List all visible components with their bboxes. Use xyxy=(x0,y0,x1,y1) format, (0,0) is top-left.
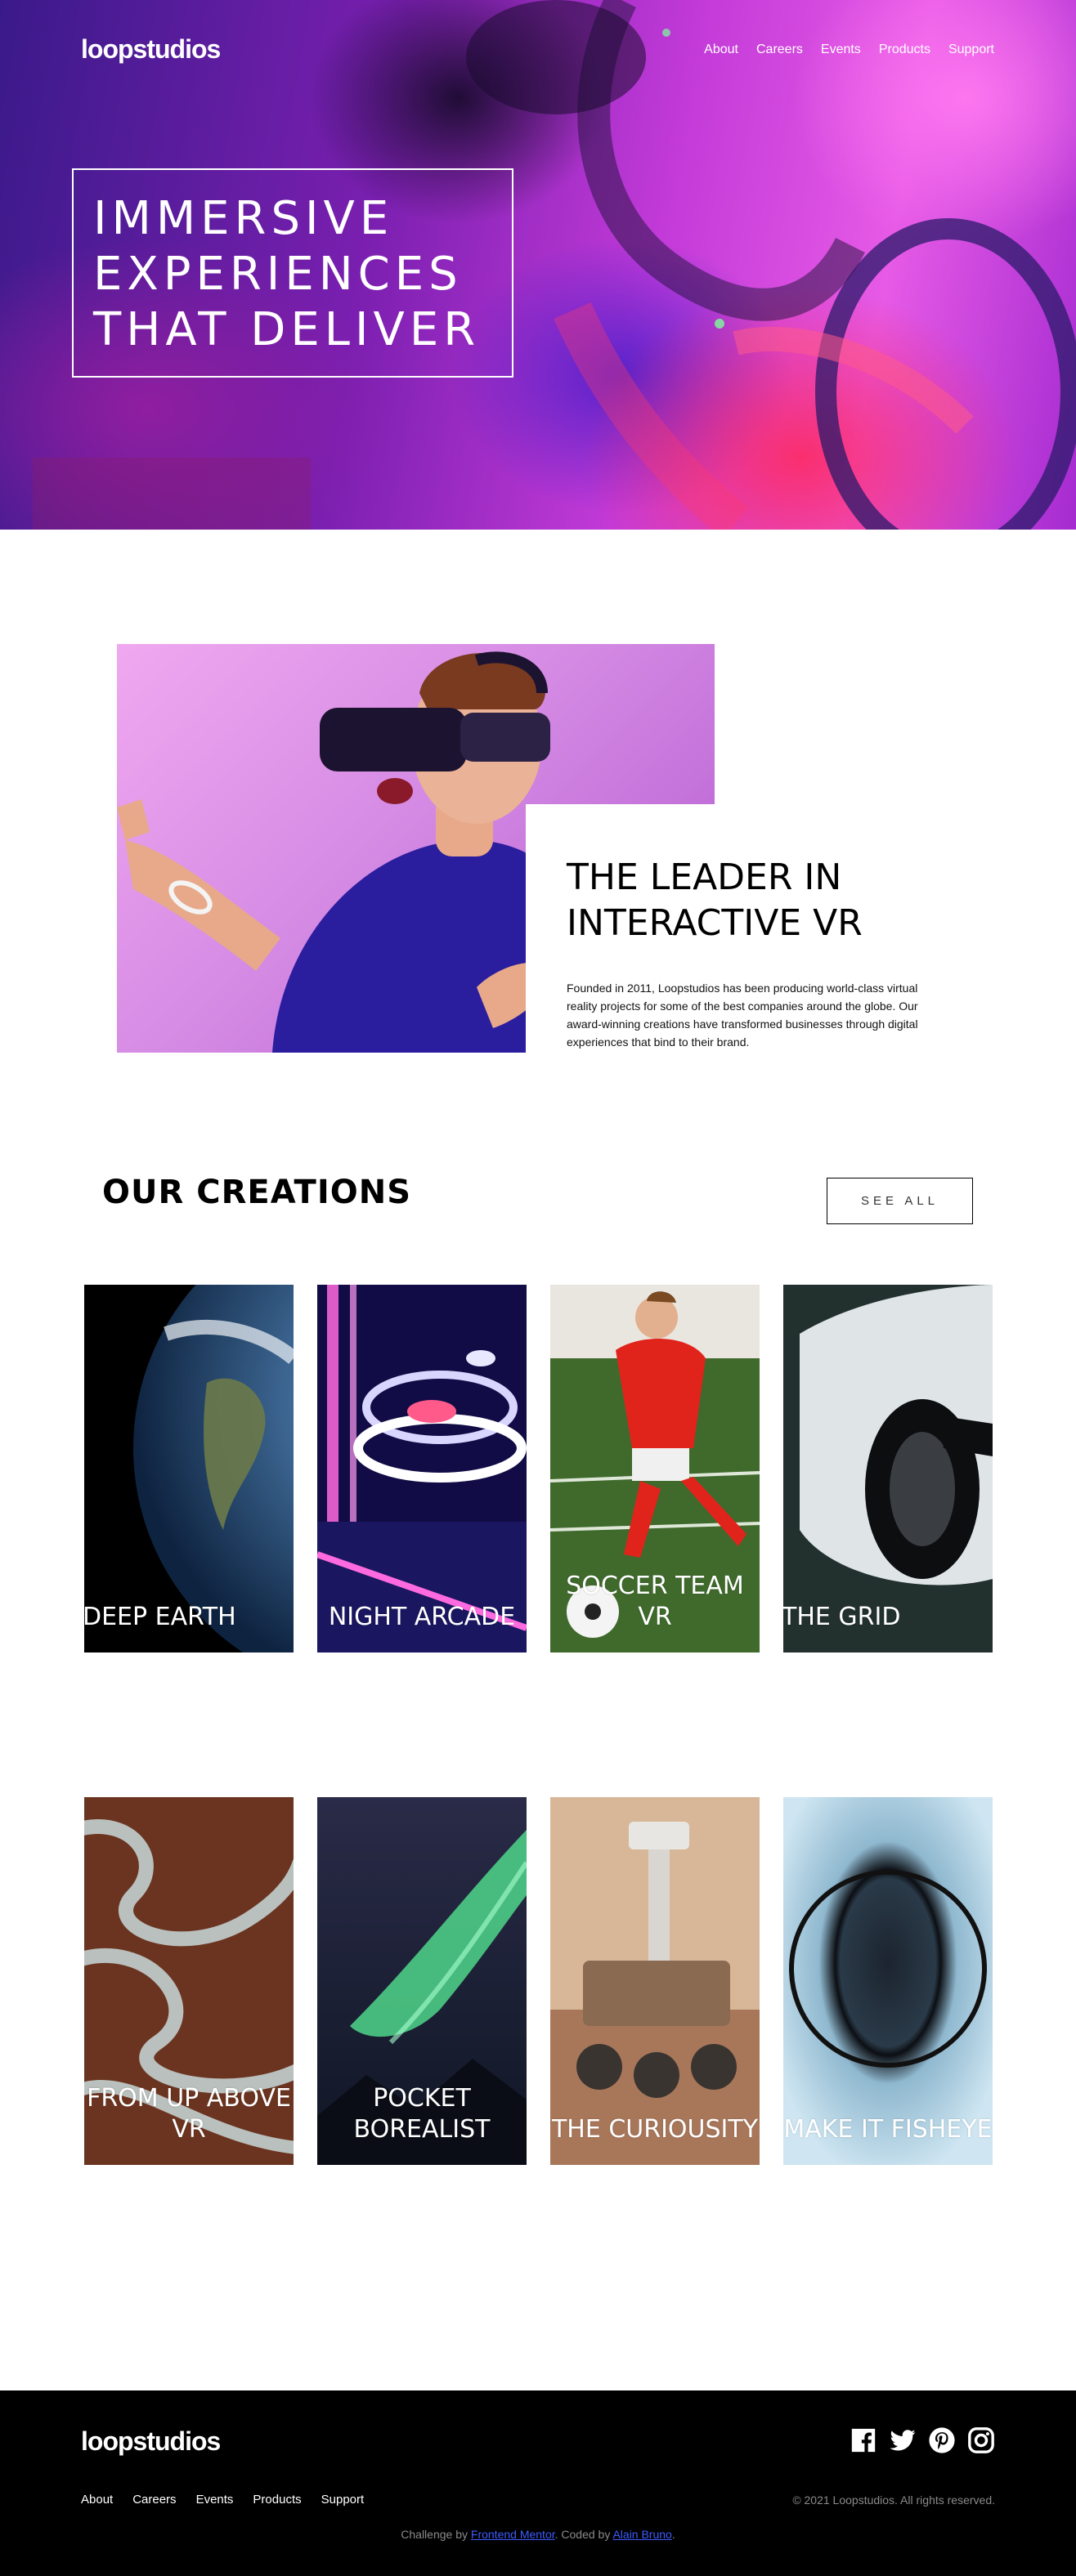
card-label: NIGHT ARCADE xyxy=(328,1603,516,1631)
copyright-text: © 2021 Loopstudios. All rights reserved. xyxy=(792,2493,995,2507)
creation-card-make-it-fisheye[interactable]: MAKE IT FISHEYE xyxy=(783,1797,993,2165)
pinterest-icon[interactable] xyxy=(928,2426,956,2454)
creations-title: OUR CREATIONS xyxy=(102,1174,411,1211)
earth-image xyxy=(133,1285,294,1652)
attribution-middle: . Coded by xyxy=(554,2528,613,2541)
instagram-icon[interactable] xyxy=(967,2426,995,2454)
hero-title: IMMERSIVE EXPERIENCES THAT DELIVER xyxy=(93,191,512,358)
card-label: POCKET BOREALIST xyxy=(353,2084,491,2144)
race-car-image xyxy=(783,1285,993,1652)
nav-link-about[interactable]: About xyxy=(704,42,738,57)
footer-logo[interactable]: loopstudios xyxy=(81,2426,221,2457)
hero-title-line: EXPERIENCES xyxy=(93,248,463,301)
creation-card-soccer-team-vr[interactable]: SOCCER TEAM VR xyxy=(550,1285,760,1652)
arcade-image xyxy=(317,1285,527,1652)
logo[interactable]: loopstudios xyxy=(81,34,221,65)
nav-link-support[interactable]: Support xyxy=(948,42,994,57)
card-label: FROM UP ABOVE VR xyxy=(87,2084,291,2144)
creation-card-night-arcade[interactable]: NIGHT ARCADE xyxy=(317,1285,527,1652)
nav-link-careers[interactable]: Careers xyxy=(756,42,803,57)
footer-link-about[interactable]: About xyxy=(81,2493,113,2507)
see-all-button[interactable]: SEE ALL xyxy=(827,1178,973,1224)
card-label: MAKE IT FISHEYE xyxy=(783,2115,993,2144)
hero-title-box: IMMERSIVE EXPERIENCES THAT DELIVER xyxy=(72,168,513,378)
mars-rover-image xyxy=(550,1797,760,2165)
creation-card-from-up-above-vr[interactable]: FROM UP ABOVE VR xyxy=(84,1797,294,2165)
leader-description: Founded in 2011, Loopstudios has been pr… xyxy=(567,982,918,1049)
footer-nav: About Careers Events Products Support xyxy=(81,2493,364,2507)
twitter-icon[interactable] xyxy=(889,2426,917,2454)
creation-card-deep-earth[interactable]: DEEP EARTH xyxy=(84,1285,294,1652)
leader-card: THE LEADER IN INTERACTIVE VR Founded in … xyxy=(526,804,967,1066)
hero-title-line: IMMERSIVE xyxy=(93,192,394,245)
attribution-prefix: Challenge by xyxy=(401,2528,471,2541)
card-label: DEEP EARTH xyxy=(84,1603,236,1631)
nav-link-events[interactable]: Events xyxy=(821,42,861,57)
footer-link-products[interactable]: Products xyxy=(253,2493,301,2507)
facebook-icon[interactable] xyxy=(850,2426,877,2454)
card-label: THE GRID xyxy=(783,1603,901,1631)
card-label: THE CURIOUSITY xyxy=(551,2115,759,2144)
attribution: Challenge by Frontend Mentor. Coded by A… xyxy=(0,2528,1076,2541)
leader-title: THE LEADER IN INTERACTIVE VR xyxy=(567,855,967,946)
hero-section: loopstudios About Careers Events Product… xyxy=(0,0,1076,530)
footer: loopstudios About Careers Events Product… xyxy=(0,2390,1076,2576)
footer-link-support[interactable]: Support xyxy=(321,2493,365,2507)
creation-card-pocket-borealist[interactable]: POCKET BOREALIST xyxy=(317,1797,527,2165)
card-label: SOCCER TEAM VR xyxy=(566,1572,744,1631)
footer-link-events[interactable]: Events xyxy=(196,2493,234,2507)
leader-title-line: THE LEADER IN xyxy=(567,856,842,898)
frontend-mentor-link[interactable]: Frontend Mentor xyxy=(471,2528,555,2541)
attribution-suffix: . xyxy=(671,2528,675,2541)
hero-title-line: THAT DELIVER xyxy=(93,303,481,356)
social-links xyxy=(850,2426,995,2454)
author-link[interactable]: Alain Bruno xyxy=(612,2528,671,2541)
footer-link-careers[interactable]: Careers xyxy=(132,2493,176,2507)
creation-card-the-curiousity[interactable]: THE CURIOUSITY xyxy=(550,1797,760,2165)
main-nav: About Careers Events Products Support xyxy=(704,42,994,57)
fisheye-image xyxy=(783,1797,993,2165)
nav-link-products[interactable]: Products xyxy=(879,42,930,57)
creation-card-the-grid[interactable]: THE GRID xyxy=(783,1285,993,1652)
leader-title-line: INTERACTIVE VR xyxy=(567,902,863,944)
